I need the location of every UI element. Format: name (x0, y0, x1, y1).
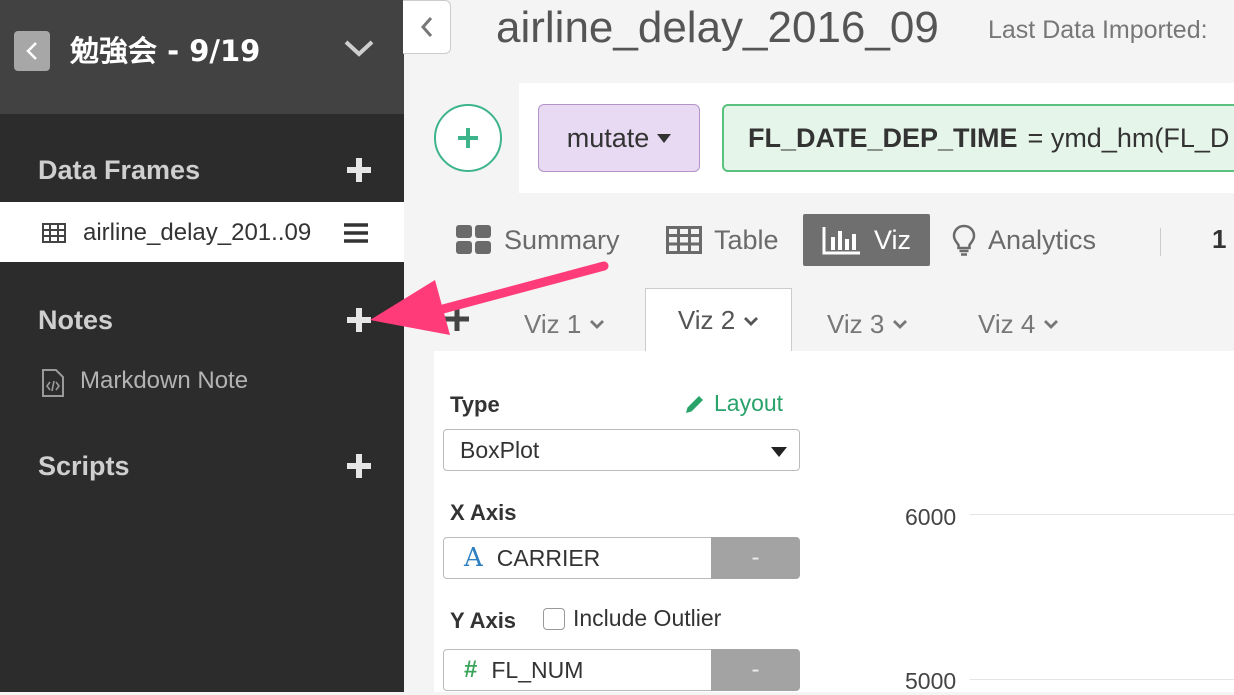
x-axis-label: X Axis (450, 500, 517, 525)
caret-down-icon (657, 133, 672, 143)
y-axis-column-field[interactable]: # FL_NUM (443, 649, 711, 691)
x-axis-column-field[interactable]: A CARRIER (443, 537, 711, 579)
bar-chart-icon (822, 227, 860, 255)
row-count: 1 (1212, 224, 1227, 254)
notes-title: Notes (38, 305, 114, 335)
checkbox-box[interactable] (543, 607, 565, 630)
viz-tab-2-label: Viz 2 (677, 305, 736, 335)
layout-link[interactable]: Layout (684, 390, 783, 417)
sidebar: 勉強会 - 9/19 Data Frames airline_delay_201… (0, 0, 404, 692)
page-title: airline_delay_2016_09 (496, 3, 939, 52)
add-script-icon[interactable] (345, 452, 373, 480)
pencil-icon (686, 395, 703, 413)
tab-summary-label: Summary (504, 224, 620, 255)
data-frame-label: airline_delay_201..09 (83, 219, 312, 246)
viz-tab-3[interactable]: Viz 3 (827, 300, 908, 348)
viz-tab-2[interactable]: Viz 2 (645, 288, 792, 352)
viz-tab-4-label: Viz 4 (978, 308, 1036, 339)
add-note-icon[interactable] (345, 306, 373, 334)
tab-table-label: Table (714, 224, 779, 255)
viz-tab-4[interactable]: Viz 4 (978, 300, 1059, 348)
x-axis-remove-button[interactable]: - (711, 537, 800, 579)
command-dropdown[interactable]: mutate (538, 104, 700, 172)
include-outlier-checkbox[interactable]: Include Outlier (543, 605, 721, 632)
tab-analytics-label: Analytics (988, 224, 1097, 255)
add-step-button[interactable] (434, 104, 502, 172)
y-tick-label: 5000 (905, 668, 957, 694)
annotation-arrow-icon (370, 261, 609, 335)
chevron-down-icon (893, 320, 908, 329)
step-expression[interactable]: FL_DATE_DEP_TIME = ymd_hm(FL_D (722, 104, 1234, 172)
type-label: Type (450, 392, 500, 417)
table-icon (666, 226, 702, 254)
sidebar-item-markdown-note[interactable]: Markdown Note (80, 366, 248, 396)
project-title[interactable]: 勉強会 - 9/19 (70, 32, 260, 70)
tab-table[interactable]: Table (666, 214, 779, 266)
summary-grid-icon (456, 225, 491, 254)
chevron-down-icon (744, 316, 759, 326)
collapse-sidebar-button[interactable] (403, 0, 451, 54)
plus-icon (458, 128, 478, 148)
grid-line (970, 679, 1234, 680)
command-label: mutate (566, 122, 650, 153)
chevron-down-icon (1044, 320, 1059, 329)
y-axis-label: Y Axis (450, 608, 517, 633)
layout-link-label: Layout (714, 390, 784, 416)
x-axis-column-name: CARRIER (496, 544, 601, 571)
grid-line (970, 514, 1234, 515)
chart-type-value: BoxPlot (460, 436, 540, 463)
scripts-title: Scripts (38, 451, 130, 481)
expression-target: FL_DATE_DEP_TIME (748, 122, 1018, 153)
expression-body: = ymd_hm(FL_D (1027, 122, 1230, 153)
y-tick-label: 6000 (905, 504, 957, 530)
tab-viz[interactable]: Viz (803, 214, 930, 266)
hamburger-menu-icon[interactable] (344, 222, 368, 244)
last-imported-label: Last Data Imported: (988, 16, 1208, 44)
numeric-type-icon: # (464, 656, 478, 683)
data-frames-title: Data Frames (38, 155, 201, 185)
chart-type-select[interactable]: BoxPlot (443, 429, 800, 471)
y-axis-remove-button[interactable]: - (711, 649, 800, 691)
chevron-left-icon (420, 17, 432, 37)
text-type-icon: A (464, 543, 483, 573)
tab-divider (1160, 228, 1161, 256)
table-icon (42, 223, 66, 243)
chevron-left-icon (26, 42, 37, 60)
caret-down-icon (771, 447, 787, 457)
viz-panel (434, 351, 1234, 692)
lightbulb-icon (952, 224, 976, 256)
y-axis-column-name: FL_NUM (491, 656, 584, 683)
viz-tab-3-label: Viz 3 (827, 308, 885, 339)
chevron-down-icon[interactable] (343, 38, 375, 58)
tab-viz-label: Viz (873, 224, 912, 255)
project-back-button[interactable] (14, 31, 50, 71)
add-data-frame-icon[interactable] (345, 156, 373, 184)
code-file-icon (42, 369, 64, 397)
tab-analytics[interactable]: Analytics (952, 214, 1096, 266)
include-outlier-label: Include Outlier (573, 605, 722, 631)
